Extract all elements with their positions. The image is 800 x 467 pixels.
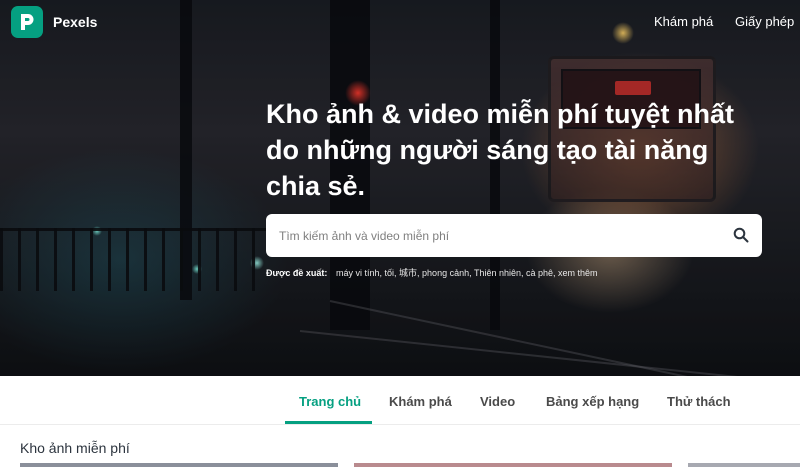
- tab-leaderboard[interactable]: Bảng xếp hạng: [546, 394, 639, 409]
- pexels-logo-icon: [21, 14, 34, 30]
- photo-thumbnail[interactable]: [688, 463, 800, 467]
- tab-challenges[interactable]: Thử thách: [667, 394, 731, 409]
- search-bar: [266, 214, 762, 257]
- suggestions-label: Được đề xuất:: [266, 268, 328, 278]
- suggestion-link[interactable]: phong cảnh,: [422, 268, 472, 278]
- suggestion-link[interactable]: Thiên nhiên,: [474, 268, 524, 278]
- nav-license-link[interactable]: Giấy phép: [735, 14, 794, 29]
- nav-explore-link[interactable]: Khám phá: [654, 14, 713, 29]
- section-title: Kho ảnh miễn phí: [20, 440, 130, 456]
- tab-video[interactable]: Video: [480, 394, 515, 409]
- search-icon: [733, 227, 749, 243]
- suggestions-row: Được đề xuất: máy vi tính, tối, 城市, phon…: [266, 266, 598, 279]
- search-button[interactable]: [728, 222, 754, 248]
- tab-bar: Trang chủ Khám phá Video Bảng xếp hạng T…: [0, 376, 800, 425]
- search-input[interactable]: [266, 214, 719, 257]
- suggestion-link[interactable]: cà phê,: [526, 268, 556, 278]
- pexels-logo[interactable]: [11, 6, 43, 38]
- suggestion-link[interactable]: máy vi tính,: [336, 268, 382, 278]
- tab-home[interactable]: Trang chủ: [299, 394, 361, 409]
- active-tab-indicator: [285, 421, 372, 424]
- suggestion-link[interactable]: tối,: [384, 268, 396, 278]
- photo-thumbnail[interactable]: [354, 463, 672, 467]
- tab-explore[interactable]: Khám phá: [389, 394, 452, 409]
- brand-name[interactable]: Pexels: [53, 14, 97, 30]
- photo-grid: [20, 463, 800, 467]
- photo-thumbnail[interactable]: [20, 463, 338, 467]
- hero-headline: Kho ảnh & video miễn phí tuyệt nhất do n…: [266, 99, 735, 201]
- top-header: Pexels Khám phá Giấy phép: [0, 0, 800, 44]
- suggestion-link[interactable]: 城市,: [399, 268, 420, 278]
- suggestion-more-link[interactable]: xem thêm: [558, 268, 598, 278]
